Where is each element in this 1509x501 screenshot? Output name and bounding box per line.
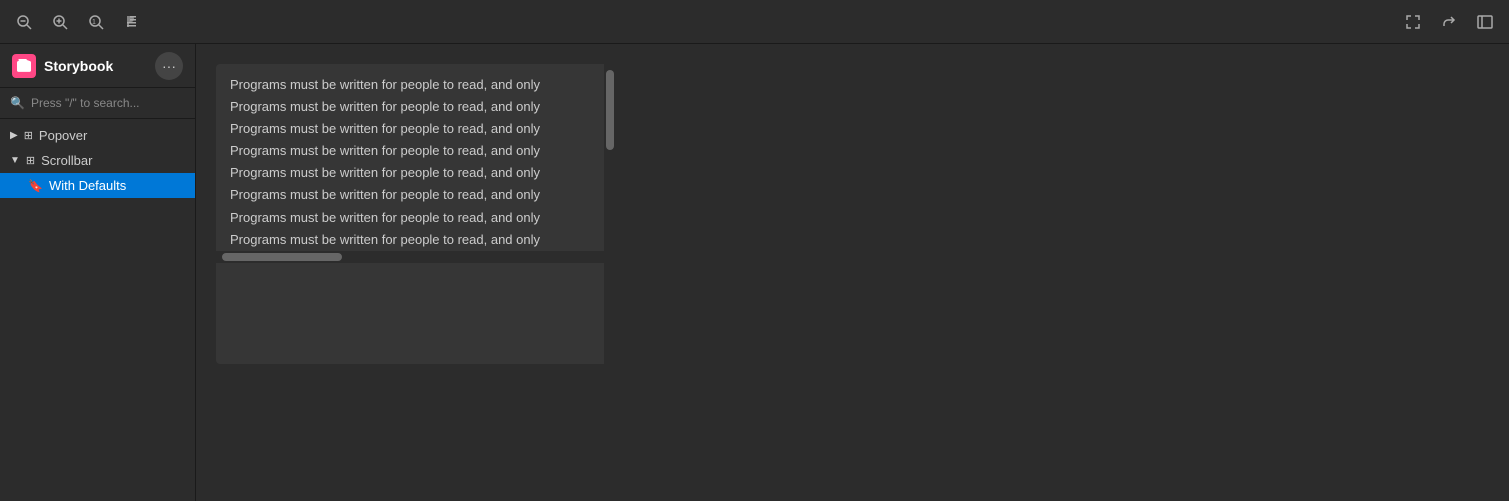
demo-line-4: Programs must be written for people to r…: [230, 140, 602, 162]
main-layout: Storybook ··· 🔍 Press "/" to search... ▶…: [0, 44, 1509, 501]
scrollbar-label: Scrollbar: [41, 153, 185, 168]
demo-box-inner: Programs must be written for people to r…: [216, 64, 616, 364]
demo-line-1: Programs must be written for people to r…: [230, 74, 602, 96]
with-defaults-label: With Defaults: [49, 178, 185, 193]
vertical-scroll-thumb[interactable]: [606, 70, 614, 150]
svg-text:1: 1: [92, 19, 96, 26]
more-icon: ···: [162, 58, 176, 74]
zoom-reset-button[interactable]: 1: [80, 6, 112, 38]
sidebar-header: Storybook ···: [0, 44, 195, 88]
content-area: Programs must be written for people to r…: [196, 44, 1509, 501]
fullscreen-button[interactable]: [1397, 6, 1429, 38]
toolbar-left: 1: [8, 6, 148, 38]
popover-label: Popover: [39, 128, 185, 143]
demo-line-7: Programs must be written for people to r…: [230, 207, 602, 229]
sidebar-item-popover[interactable]: ▶ ⊞ Popover: [0, 123, 195, 148]
demo-line-5: Programs must be written for people to r…: [230, 162, 602, 184]
demo-line-6: Programs must be written for people to r…: [230, 184, 602, 206]
demo-line-8: Programs must be written for people to r…: [230, 229, 602, 251]
sidebar-item-with-defaults[interactable]: 🔖 With Defaults: [0, 173, 195, 198]
component-icon-2: ⊞: [26, 154, 35, 167]
toolbar: 1: [0, 0, 1509, 44]
storybook-title-text: Storybook: [44, 58, 147, 74]
bookmark-icon: 🔖: [28, 179, 43, 193]
toolbar-right: [1397, 6, 1501, 38]
sidebar-toggle-button[interactable]: [1469, 6, 1501, 38]
vertical-scrollbar[interactable]: [604, 64, 616, 364]
zoom-in-button[interactable]: [44, 6, 76, 38]
sidebar: Storybook ··· 🔍 Press "/" to search... ▶…: [0, 44, 196, 501]
demo-line-3: Programs must be written for people to r…: [230, 118, 602, 140]
demo-content: Programs must be written for people to r…: [216, 64, 616, 263]
chevron-down-icon: ▼: [10, 155, 20, 166]
demo-line-2: Programs must be written for people to r…: [230, 96, 602, 118]
search-input-wrap[interactable]: 🔍 Press "/" to search...: [10, 96, 185, 110]
component-icon: ⊞: [24, 129, 33, 142]
sidebar-item-scrollbar[interactable]: ▼ ⊞ Scrollbar: [0, 148, 195, 173]
more-options-button[interactable]: ···: [155, 52, 183, 80]
sidebar-nav: ▶ ⊞ Popover ▼ ⊞ Scrollbar 🔖 With Default…: [0, 119, 195, 501]
sidebar-search[interactable]: 🔍 Press "/" to search...: [0, 88, 195, 119]
horizontal-scroll-thumb[interactable]: [222, 253, 342, 261]
zoom-out-button[interactable]: [8, 6, 40, 38]
demo-box: Programs must be written for people to r…: [216, 64, 616, 364]
search-placeholder: Press "/" to search...: [31, 96, 140, 110]
search-icon: 🔍: [10, 96, 25, 110]
storybook-logo: [12, 54, 36, 78]
horizontal-scrollbar[interactable]: [216, 251, 604, 263]
share-button[interactable]: [1433, 6, 1465, 38]
paragraph-button[interactable]: [116, 6, 148, 38]
chevron-right-icon: ▶: [10, 130, 18, 141]
